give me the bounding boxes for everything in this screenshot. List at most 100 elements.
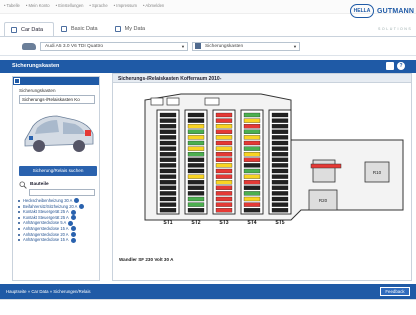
car-diagram-image[interactable]	[19, 106, 97, 156]
top-link[interactable]: • Tabelle	[4, 3, 20, 8]
fuse[interactable]	[187, 152, 205, 157]
fuse[interactable]	[215, 180, 233, 185]
fuse[interactable]	[159, 163, 177, 168]
collapse-icon[interactable]	[14, 78, 20, 84]
fuse[interactable]	[159, 185, 177, 190]
fuse[interactable]	[215, 152, 233, 157]
fuse[interactable]	[243, 129, 261, 134]
fuse[interactable]	[187, 163, 205, 168]
fuse[interactable]	[159, 112, 177, 118]
tab-basic-data[interactable]: Basic Data	[55, 22, 108, 36]
fusebox-location-select[interactable]: Sicherungs-/Relaiskasten Ko	[19, 95, 95, 104]
fuse[interactable]	[159, 202, 177, 207]
fuse[interactable]	[187, 180, 205, 185]
fuse[interactable]	[243, 118, 261, 123]
fuse[interactable]	[271, 152, 289, 157]
info-icon[interactable]	[70, 237, 76, 243]
fuse[interactable]	[243, 174, 261, 179]
top-link[interactable]: • Mein Konto	[26, 3, 50, 8]
fuse[interactable]	[271, 124, 289, 129]
top-link[interactable]: • Impressum	[114, 3, 137, 8]
fuse[interactable]	[243, 191, 261, 196]
fuse[interactable]	[187, 146, 205, 151]
fuse[interactable]	[243, 112, 261, 118]
fuse[interactable]	[159, 146, 177, 151]
fuse[interactable]	[187, 191, 205, 196]
fuse[interactable]	[215, 168, 233, 174]
fuse[interactable]	[243, 140, 261, 146]
fuse[interactable]	[159, 124, 177, 129]
component-item[interactable]: Anhängersteckdose 15 A	[17, 237, 99, 243]
tab-car-data[interactable]: Car Data	[4, 22, 55, 36]
fuse[interactable]	[159, 208, 177, 213]
fuse[interactable]	[159, 140, 177, 146]
fuse[interactable]	[159, 168, 177, 174]
print-icon[interactable]	[386, 62, 394, 70]
fuse[interactable]	[271, 140, 289, 146]
fuse[interactable]	[187, 118, 205, 123]
fuse[interactable]	[215, 135, 233, 140]
fuse[interactable]	[215, 140, 233, 146]
fuse[interactable]	[215, 124, 233, 129]
fuse[interactable]	[187, 124, 205, 129]
fuse[interactable]	[159, 118, 177, 123]
tab-my-data[interactable]: My Data	[109, 22, 155, 36]
fuse[interactable]	[215, 146, 233, 151]
fuse[interactable]	[243, 124, 261, 129]
fuse[interactable]	[215, 202, 233, 207]
fuse[interactable]	[215, 185, 233, 190]
fuse[interactable]	[159, 157, 177, 162]
fuse[interactable]	[243, 202, 261, 207]
fuse[interactable]	[159, 196, 177, 202]
fuse[interactable]	[215, 174, 233, 179]
fuse[interactable]	[243, 168, 261, 174]
fuse[interactable]	[271, 208, 289, 213]
fuse[interactable]	[243, 185, 261, 190]
component-filter-input[interactable]	[29, 189, 95, 196]
fuse[interactable]	[187, 140, 205, 146]
fuse[interactable]	[271, 168, 289, 174]
fuse[interactable]	[271, 174, 289, 179]
fuse[interactable]	[271, 146, 289, 151]
fuse[interactable]	[215, 157, 233, 162]
fuse[interactable]	[215, 163, 233, 168]
fuse[interactable]	[215, 208, 233, 213]
top-link[interactable]: • Abmelden	[143, 3, 164, 8]
fuse[interactable]	[243, 208, 261, 213]
fuse[interactable]	[215, 112, 233, 118]
fuse[interactable]	[187, 208, 205, 213]
top-link[interactable]: • Einstellungen	[56, 3, 84, 8]
fuse[interactable]	[271, 135, 289, 140]
fuse[interactable]	[159, 152, 177, 157]
fuse[interactable]	[243, 196, 261, 202]
fuse[interactable]	[159, 129, 177, 134]
fuse[interactable]	[159, 174, 177, 179]
fuse[interactable]	[215, 129, 233, 134]
fuse[interactable]	[243, 180, 261, 185]
fuse[interactable]	[271, 129, 289, 134]
fuse[interactable]	[243, 146, 261, 151]
fuse[interactable]	[271, 118, 289, 123]
fuse[interactable]	[187, 129, 205, 134]
fuse[interactable]	[271, 112, 289, 118]
fuse[interactable]	[243, 157, 261, 162]
fuse[interactable]	[187, 196, 205, 202]
fuse[interactable]	[159, 135, 177, 140]
fuse[interactable]	[187, 112, 205, 118]
fuse[interactable]	[243, 135, 261, 140]
fuse[interactable]	[271, 185, 289, 190]
fuse[interactable]	[243, 152, 261, 157]
vehicle-select[interactable]: Audi A5 3.0 V6 TDI Quattro ▼	[40, 42, 188, 51]
top-link[interactable]: • Sprache	[89, 3, 107, 8]
fuse[interactable]	[215, 191, 233, 196]
search-fuse-button[interactable]: Sicherung/Relais suchen	[19, 166, 97, 176]
fuse[interactable]	[215, 118, 233, 123]
fuse[interactable]	[187, 135, 205, 140]
fuse[interactable]	[187, 185, 205, 190]
fuse[interactable]	[271, 163, 289, 168]
fuse[interactable]	[271, 180, 289, 185]
fuse[interactable]	[215, 196, 233, 202]
fusebox-select[interactable]: Sicherungskasten ▼	[192, 42, 300, 51]
fuse[interactable]	[271, 202, 289, 207]
fuse[interactable]	[187, 157, 205, 162]
